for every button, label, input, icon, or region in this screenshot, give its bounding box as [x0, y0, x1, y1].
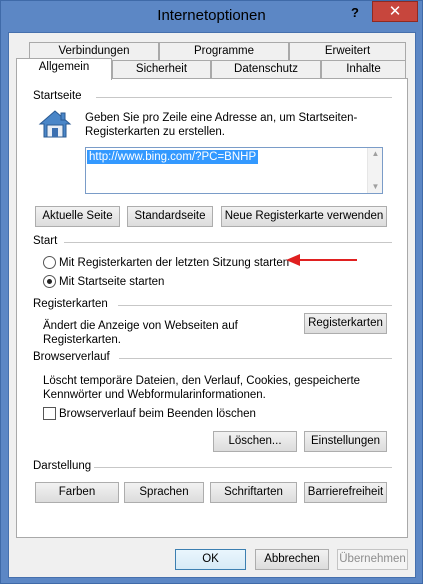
apply-button[interactable]: Übernehmen	[337, 549, 408, 570]
panel-content: Startseite Geben Sie pro Zeile eine Adre…	[1, 1, 423, 585]
section-heading-registerkarten: Registerkarten	[33, 298, 108, 310]
accessibility-button[interactable]: Barrierefreiheit	[304, 482, 387, 503]
scroll-down-icon[interactable]: ▼	[368, 181, 383, 193]
section-heading-darstellung: Darstellung	[33, 460, 92, 472]
browserverlauf-description-line1: Löscht temporäre Dateien, den Verlauf, C…	[43, 375, 361, 387]
colors-button[interactable]: Farben	[35, 482, 119, 503]
browserverlauf-description-line2: Kennwörter und Webformularinformationen.	[43, 389, 266, 401]
section-heading-start: Start	[33, 235, 58, 247]
radio-last-session-label[interactable]: Mit Registerkarten der letzten Sitzung s…	[59, 256, 289, 270]
registerkarten-description-line2: Registerkarten.	[43, 334, 121, 346]
startseite-description-line1: Geben Sie pro Zeile eine Adresse an, um …	[85, 112, 358, 124]
divider	[119, 358, 392, 359]
tabs-settings-button[interactable]: Registerkarten	[304, 313, 387, 334]
startseite-description-line2: Registerkarten zu erstellen.	[85, 126, 225, 138]
textarea-scrollbar[interactable]: ▲ ▼	[367, 148, 382, 193]
divider	[94, 467, 392, 468]
home-icon	[38, 109, 72, 139]
default-page-button[interactable]: Standardseite	[127, 206, 213, 227]
red-arrow-annotation	[286, 254, 357, 266]
homepage-url-value: http://www.bing.com/?PC=BNHP	[87, 150, 259, 164]
current-page-button[interactable]: Aktuelle Seite	[35, 206, 120, 227]
divider	[118, 305, 392, 306]
delete-history-button[interactable]: Löschen...	[213, 431, 297, 452]
registerkarten-description-line1: Ändert die Anzeige von Webseiten auf	[43, 320, 238, 332]
section-heading-startseite: Startseite	[33, 90, 82, 102]
divider	[96, 97, 392, 98]
history-settings-button[interactable]: Einstellungen	[304, 431, 387, 452]
section-heading-browserverlauf: Browserverlauf	[33, 351, 110, 363]
new-tab-button[interactable]: Neue Registerkarte verwenden	[221, 206, 387, 227]
radio-start-homepage[interactable]	[43, 275, 56, 288]
cancel-button[interactable]: Abbrechen	[255, 549, 329, 570]
homepage-url-textarea[interactable]: http://www.bing.com/?PC=BNHP ▲ ▼	[85, 147, 383, 194]
radio-last-session[interactable]	[43, 256, 56, 269]
delete-history-on-exit-checkbox[interactable]	[43, 407, 56, 420]
scroll-up-icon[interactable]: ▲	[368, 148, 383, 160]
languages-button[interactable]: Sprachen	[124, 482, 204, 503]
delete-history-on-exit-label[interactable]: Browserverlauf beim Beenden löschen	[59, 407, 256, 421]
radio-start-homepage-label[interactable]: Mit Startseite starten	[59, 275, 164, 289]
divider	[64, 242, 392, 243]
fonts-button[interactable]: Schriftarten	[210, 482, 297, 503]
internet-options-window: Internetoptionen ? ✕ Verbindungen Progra…	[0, 0, 423, 584]
ok-button[interactable]: OK	[175, 549, 246, 570]
